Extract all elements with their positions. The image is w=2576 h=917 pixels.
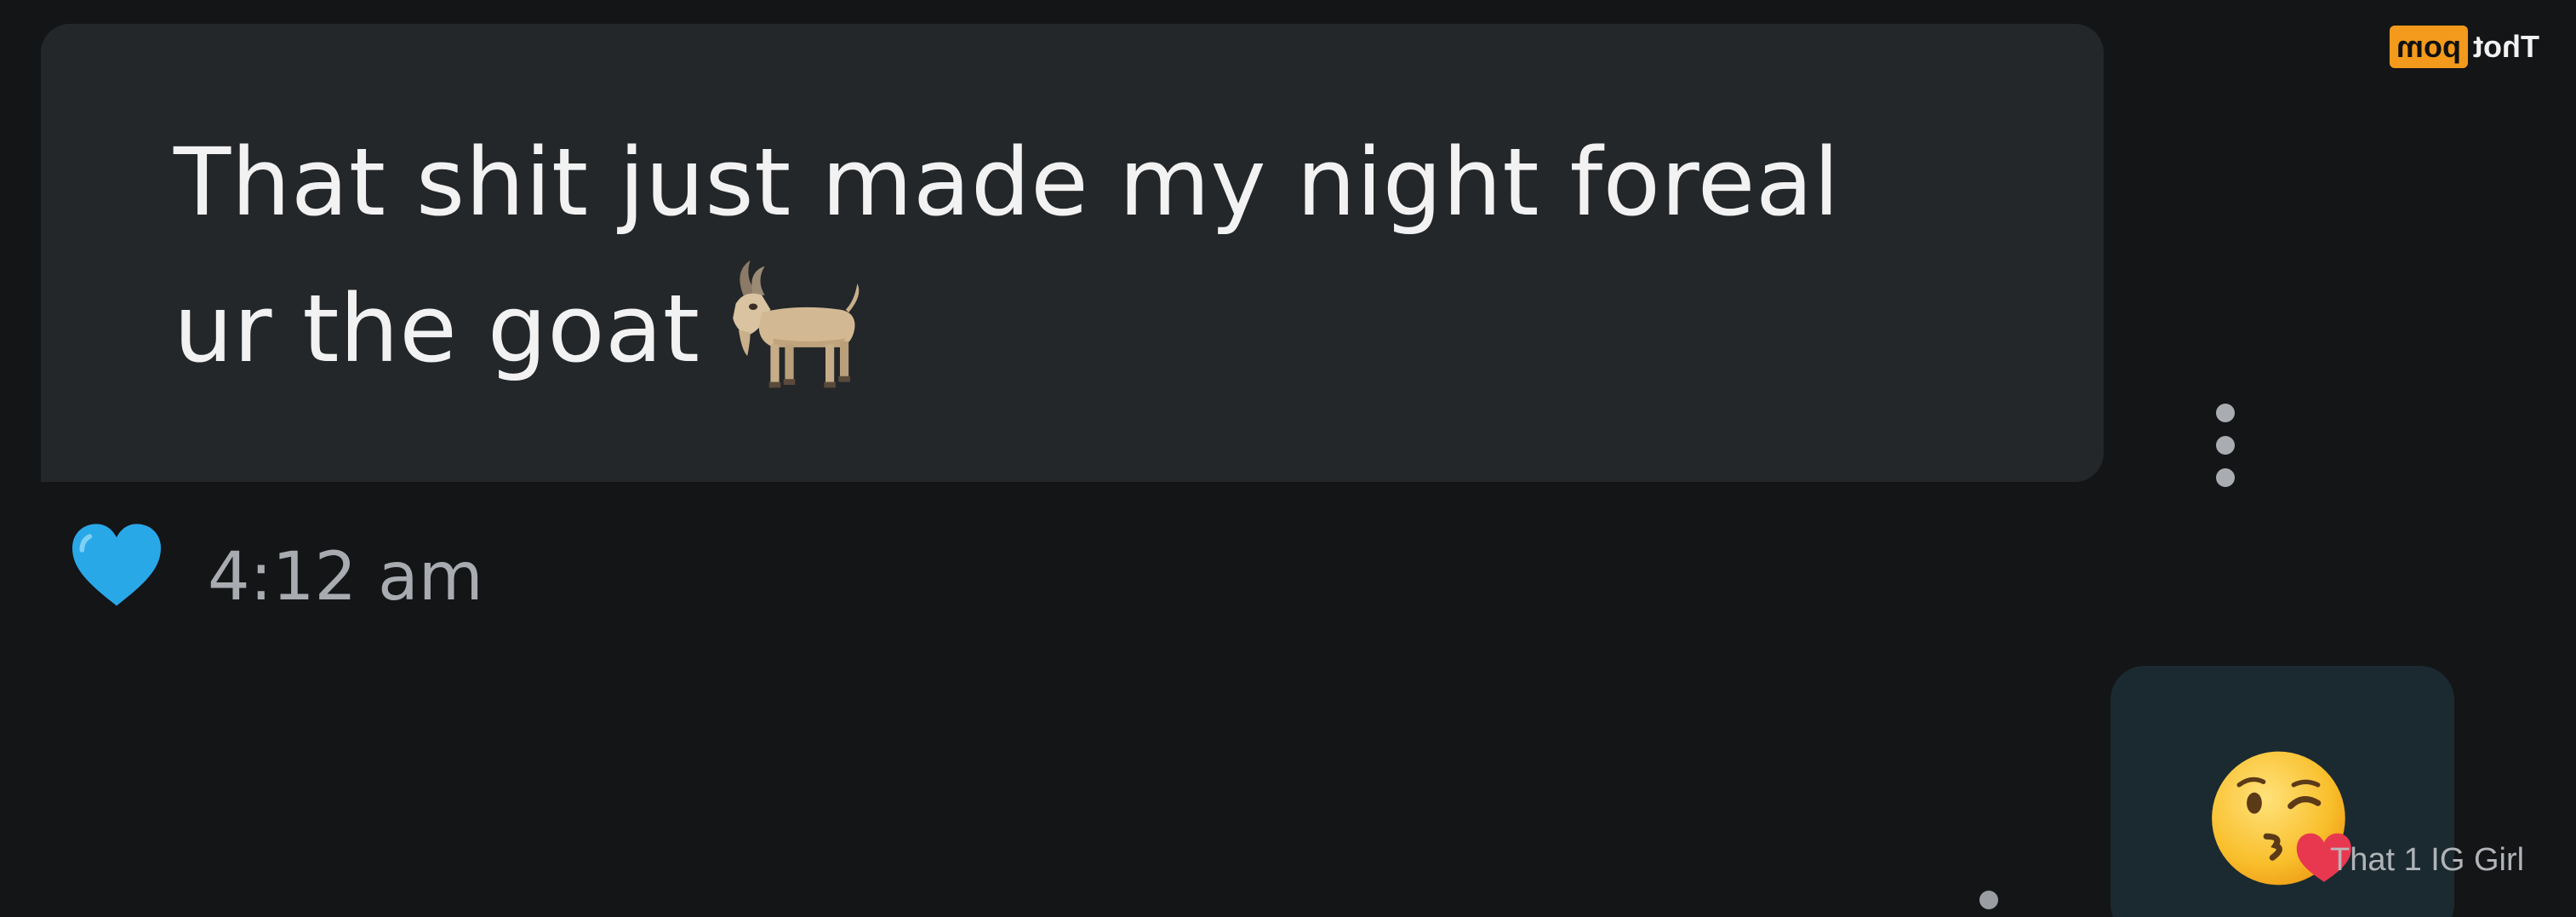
watermark-text: That 1 IG Girl: [2330, 842, 2525, 878]
incoming-message-bubble[interactable]: That shit just made my night foreal ur t…: [41, 24, 2104, 482]
message-line-2: ur the goat: [174, 255, 2104, 402]
blue-heart-icon[interactable]: [68, 521, 165, 610]
chat-screen: That shit just made my night foreal ur t…: [0, 0, 2576, 917]
more-options-button[interactable]: [2204, 400, 2247, 494]
message-line-1: That shit just made my night foreal: [174, 128, 1840, 237]
goat-emoji-icon: [732, 260, 859, 388]
status-dot: [1979, 891, 1998, 909]
more-dot-3: [2216, 468, 2235, 487]
more-dot-2: [2216, 436, 2235, 455]
watermark-logo: Thot pom: [2390, 26, 2539, 68]
message-timestamp: 4:12 am: [208, 539, 483, 616]
more-dot-1: [2216, 404, 2235, 422]
watermark-logo-part-a: Thot: [2473, 29, 2539, 64]
watermark-logo-part-b: pom: [2390, 26, 2468, 68]
message-line-2-text: ur the goat: [174, 274, 700, 383]
